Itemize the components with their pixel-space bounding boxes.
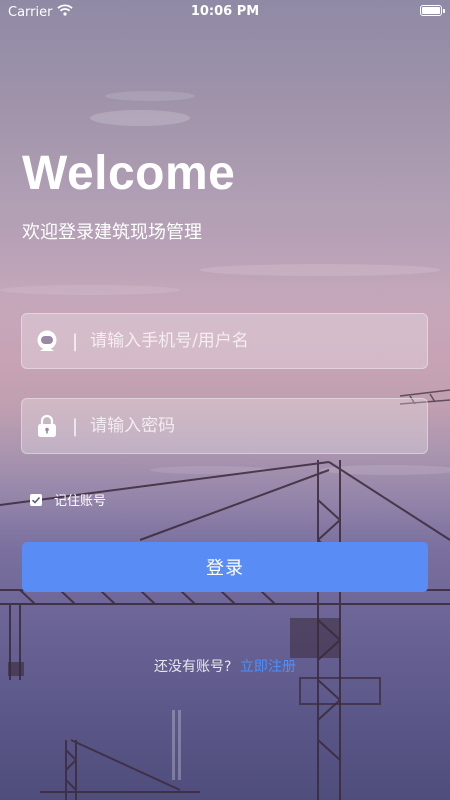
register-prompt: 还没有账号? 立即注册 xyxy=(0,656,450,676)
password-input[interactable] xyxy=(90,416,427,436)
login-screen: Carrier 10:06 PM Welcome 欢迎登录建筑现场管理 | 请输… xyxy=(0,0,450,800)
clock: 10:06 PM xyxy=(190,4,260,19)
welcome-title: Welcome xyxy=(22,147,236,200)
username-input[interactable] xyxy=(90,331,427,351)
username-field[interactable]: | xyxy=(21,313,428,369)
username-separator: | xyxy=(72,330,79,352)
check-icon xyxy=(31,496,41,504)
no-account-text: 还没有账号? xyxy=(154,659,232,675)
password-separator: | xyxy=(72,415,79,437)
welcome-subtitle: 欢迎登录建筑现场管理 xyxy=(22,222,202,243)
register-link[interactable]: 立即注册 xyxy=(240,659,296,675)
remember-account-toggle[interactable]: 记住账号 xyxy=(30,490,106,509)
remember-checkbox[interactable] xyxy=(30,493,42,506)
user-avatar-icon xyxy=(36,330,58,352)
login-button[interactable]: 登录 xyxy=(22,542,428,592)
password-field[interactable]: | xyxy=(21,398,428,454)
status-bar: Carrier 10:06 PM xyxy=(0,0,450,24)
remember-label: 记住账号 xyxy=(54,494,107,509)
lock-icon xyxy=(36,414,58,437)
battery-icon xyxy=(420,5,445,16)
